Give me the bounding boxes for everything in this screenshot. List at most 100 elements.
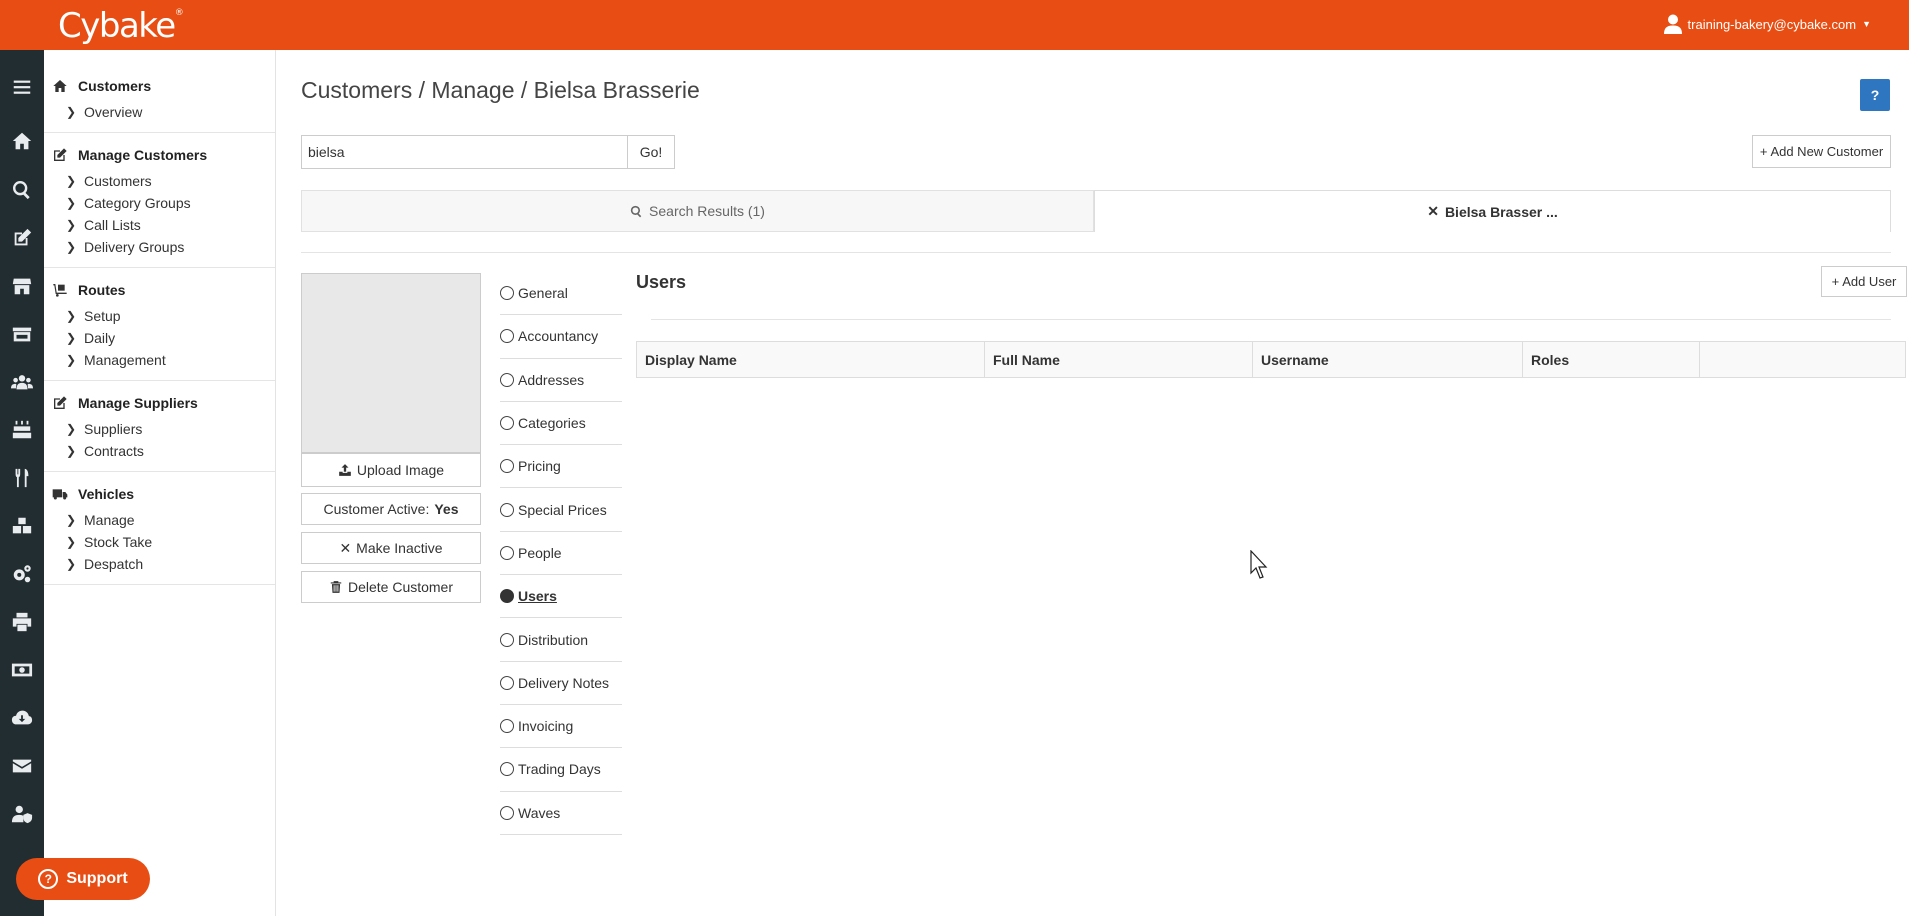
menu-item-daily[interactable]: ❯ Daily <box>44 328 275 350</box>
section-waves[interactable]: Waves <box>500 792 622 835</box>
menu-item-management[interactable]: ❯ Management <box>44 350 275 372</box>
menu-item-setup[interactable]: ❯ Setup <box>44 306 275 328</box>
radio-icon <box>500 805 514 820</box>
section-categories[interactable]: Categories <box>500 402 622 446</box>
user-shield-icon[interactable] <box>0 794 44 834</box>
edit-icon <box>54 148 67 161</box>
add-new-customer-button[interactable]: + Add New Customer <box>1752 135 1891 168</box>
menu-item-label: Call Lists <box>84 217 141 233</box>
column-header-display-name[interactable]: Display Name <box>636 341 985 378</box>
money-icon[interactable] <box>0 650 44 690</box>
chevron-right-icon: ❯ <box>65 444 77 458</box>
panel-divider <box>651 319 1891 320</box>
close-icon[interactable]: ✕ <box>1427 203 1439 220</box>
boxes-icon[interactable] <box>0 506 44 546</box>
customer-active-value: Yes <box>434 501 459 517</box>
section-general[interactable]: General <box>500 272 622 316</box>
icon-rail <box>0 50 44 916</box>
section-special-prices[interactable]: Special Prices <box>500 488 622 532</box>
section-distribution[interactable]: Distribution <box>500 618 622 662</box>
column-header-full-name[interactable]: Full Name <box>984 341 1253 378</box>
tab-customer-label: Bielsa Brasser ... <box>1444 203 1558 220</box>
menu-item-stock-take[interactable]: ❯ Stock Take <box>44 532 275 554</box>
section-invoicing[interactable]: Invoicing <box>500 705 622 749</box>
store-icon[interactable] <box>0 314 44 354</box>
upload-image-button[interactable]: Upload Image <box>301 453 481 487</box>
logo-text: Cybake <box>58 6 176 46</box>
customer-section-nav: General Accountancy Addresses Categories… <box>500 272 622 835</box>
add-user-button[interactable]: + Add User <box>1821 266 1907 297</box>
delete-customer-label: Delete Customer <box>347 579 454 595</box>
section-trading-days[interactable]: Trading Days <box>500 748 622 792</box>
shop-icon[interactable] <box>0 266 44 306</box>
menu-item-manage[interactable]: ❯ Manage <box>44 510 275 532</box>
customer-active-label: Customer Active: <box>323 501 430 517</box>
section-pricing[interactable]: Pricing <box>500 445 622 489</box>
plus-icon: + <box>1759 144 1768 159</box>
cybake-logo[interactable]: Cybake® <box>58 6 184 46</box>
cake-icon[interactable] <box>0 410 44 450</box>
upload-image-label: Upload Image <box>356 462 445 478</box>
support-button[interactable]: ? Support <box>16 858 150 900</box>
section-people[interactable]: People <box>500 532 622 576</box>
menu-group-vehicles-header[interactable]: Vehicles <box>44 478 275 510</box>
menu-item-category-groups[interactable]: ❯ Category Groups <box>44 193 275 215</box>
add-new-customer-label: Add New Customer <box>1770 144 1884 159</box>
column-header-roles[interactable]: Roles <box>1522 341 1700 378</box>
print-icon[interactable] <box>0 602 44 642</box>
menu-item-suppliers[interactable]: ❯ Suppliers <box>44 419 275 441</box>
menu-group-label: Manage Suppliers <box>78 395 198 411</box>
help-button[interactable]: ? <box>1860 79 1890 111</box>
customer-search-input[interactable] <box>301 135 628 169</box>
delete-customer-button[interactable]: Delete Customer <box>301 571 481 603</box>
section-delivery-notes[interactable]: Delivery Notes <box>500 662 622 705</box>
tab-customer[interactable]: ✕ Bielsa Brasser ... <box>1094 190 1891 232</box>
section-users[interactable]: Users <box>500 575 622 619</box>
radio-icon <box>500 416 514 431</box>
go-button[interactable]: Go! <box>627 135 675 169</box>
section-label: Distribution <box>518 631 589 648</box>
cutlery-icon[interactable] <box>0 458 44 498</box>
column-header-username[interactable]: Username <box>1252 341 1523 378</box>
people-icon[interactable] <box>0 362 44 402</box>
menu-item-call-lists[interactable]: ❯ Call Lists <box>44 215 275 237</box>
chevron-right-icon: ❯ <box>65 174 77 188</box>
side-menu-spacer <box>44 50 275 64</box>
chevron-right-icon: ❯ <box>65 353 77 367</box>
customer-active-status: Customer Active: Yes <box>301 493 481 525</box>
edit-icon[interactable] <box>0 218 44 258</box>
tab-search-results[interactable]: Search Results (1) <box>301 190 1094 232</box>
upload-icon <box>339 464 351 476</box>
radio-icon <box>500 329 514 344</box>
user-menu[interactable]: training-bakery@cybake.com ▼ <box>1663 14 1871 34</box>
section-label: People <box>518 544 562 561</box>
make-inactive-button[interactable]: ✕ Make Inactive <box>301 532 481 564</box>
cloud-download-icon[interactable] <box>0 698 44 738</box>
menu-group-routes-header[interactable]: Routes <box>44 274 275 306</box>
menu-item-contracts[interactable]: ❯ Contracts <box>44 441 275 463</box>
menu-group-customers-header[interactable]: Customers <box>44 70 275 102</box>
menu-group-manage-customers-header[interactable]: Manage Customers <box>44 139 275 171</box>
radio-icon <box>500 502 514 517</box>
chevron-right-icon: ❯ <box>65 513 77 527</box>
menu-item-label: Setup <box>84 308 121 324</box>
menu-icon[interactable] <box>0 67 44 107</box>
section-accountancy[interactable]: Accountancy <box>500 315 622 359</box>
section-addresses[interactable]: Addresses <box>500 359 622 402</box>
plus-icon: + <box>1831 274 1840 289</box>
envelope-icon[interactable] <box>0 746 44 786</box>
menu-item-overview[interactable]: ❯ Overview <box>44 102 275 124</box>
home-icon[interactable] <box>0 121 44 161</box>
search-icon[interactable] <box>0 170 44 210</box>
menu-item-despatch[interactable]: ❯ Despatch <box>44 554 275 576</box>
menu-item-delivery-groups[interactable]: ❯ Delivery Groups <box>44 237 275 259</box>
column-header-actions <box>1699 341 1906 378</box>
menu-item-label: Despatch <box>84 556 144 572</box>
chevron-right-icon: ❯ <box>65 422 77 436</box>
menu-group-manage-suppliers-header[interactable]: Manage Suppliers <box>44 387 275 419</box>
dolly-icon <box>53 284 67 297</box>
menu-item-customers[interactable]: ❯ Customers <box>44 171 275 193</box>
menu-item-label: Management <box>84 352 166 368</box>
radio-icon <box>500 762 514 777</box>
gears-icon[interactable] <box>0 554 44 594</box>
